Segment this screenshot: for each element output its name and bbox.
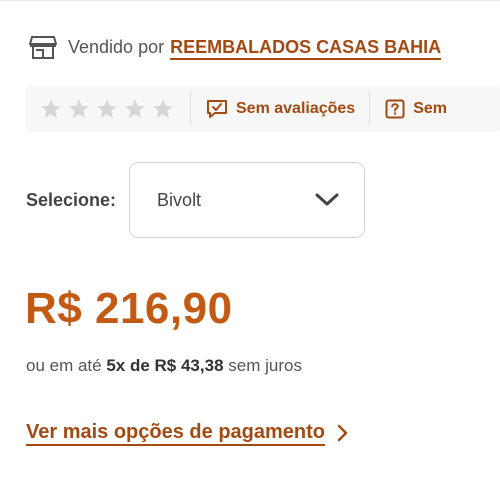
more-payment-options-label: Ver mais opções de pagamento: [26, 421, 325, 443]
questions-link-label: Sem: [413, 100, 447, 117]
chevron-right-icon: [337, 424, 348, 441]
review-comment-icon: [207, 100, 227, 118]
more-payment-options-link[interactable]: Ver mais opções de pagamento: [26, 421, 349, 444]
installments-suffix: sem juros: [223, 356, 302, 375]
voltage-select-value: Bivolt: [157, 189, 202, 210]
reviews-link-label: Sem avaliações: [236, 100, 356, 117]
star-empty-icon: [41, 99, 61, 118]
installments-prefix: ou em até: [26, 356, 107, 375]
seller-info: Vendido por REEMBALADOS CASAS BAHIA: [28, 34, 441, 60]
star-empty-icon: [97, 99, 117, 118]
installments-info: ou em até 5x de R$ 43,38 sem juros: [26, 356, 302, 376]
store-icon: [29, 36, 57, 59]
question-icon: [385, 99, 405, 119]
star-rating: [26, 98, 190, 120]
star-empty-icon: [69, 99, 89, 118]
star-empty-icon: [153, 99, 173, 118]
top-divider: [0, 0, 500, 1]
variant-selector: Selecione: Bivolt: [26, 162, 366, 238]
voltage-select[interactable]: Bivolt: [129, 162, 366, 238]
star-empty-icon: [125, 99, 145, 118]
reviews-link[interactable]: Sem avaliações: [191, 99, 369, 119]
seller-label: Vendido por: [68, 36, 165, 57]
seller-name-link[interactable]: REEMBALADOS CASAS BAHIA: [170, 37, 441, 58]
rating-bar: Sem avaliações Sem: [26, 86, 500, 132]
installments-count: 5x de R$ 43,38: [106, 356, 224, 375]
questions-link[interactable]: Sem: [370, 99, 461, 119]
product-price: R$ 216,90: [25, 284, 233, 333]
variant-selector-label: Selecione:: [26, 189, 117, 210]
chevron-down-icon: [315, 193, 339, 206]
